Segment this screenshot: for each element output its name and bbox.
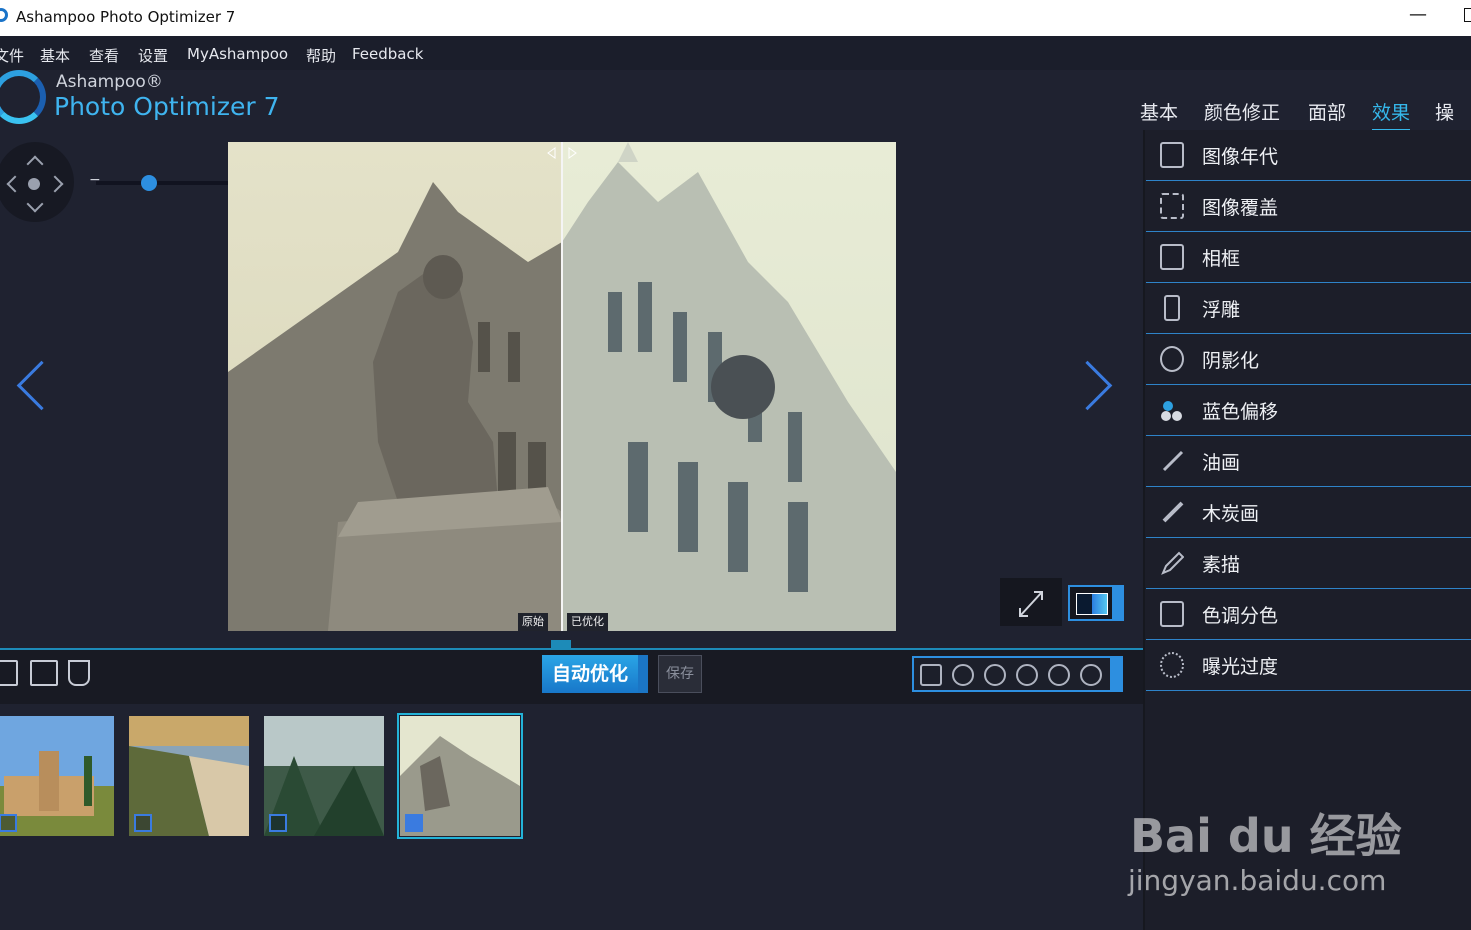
menu-bar: 文件 基本 查看 设置 MyAshampoo 帮助 Feedback [0,36,1471,70]
charcoal-icon [1160,499,1184,525]
optimized-label: 已优化 [567,613,608,631]
fullscreen-button[interactable] [1000,578,1062,626]
shadow-icon [1160,346,1184,372]
edit-tools-dropdown[interactable] [1112,656,1123,692]
emboss-icon [1164,295,1180,321]
logo-brand: Ashampoo® [56,72,163,92]
effect-image-age[interactable]: 图像年代 [1146,130,1471,181]
save-button[interactable]: 保存 [658,655,702,693]
effect-oil-painting[interactable]: 油画 [1146,436,1471,487]
window-title: Ashampoo Photo Optimizer 7 [16,8,236,26]
magic-stars-icon[interactable] [920,664,942,686]
effect-overexpose[interactable]: 曝光过度 [1146,640,1471,691]
app-icon [0,8,8,22]
effect-image-overlay[interactable]: 图像覆盖 [1146,181,1471,232]
image-overlay-icon [1160,193,1184,219]
menu-help[interactable]: 帮助 [306,45,336,66]
rotate-left-icon[interactable] [1016,664,1038,686]
menu-myashampoo[interactable]: MyAshampoo [187,45,288,63]
cathedral-photo [228,142,896,631]
settings-gear-icon[interactable] [1080,664,1102,686]
effect-emboss[interactable]: 浮雕 [1146,283,1471,334]
pencil-icon [1160,550,1185,576]
compare-view-button[interactable] [1068,585,1114,621]
tab-color-correction[interactable]: 颜色修正 [1204,98,1280,125]
rotate-right-icon[interactable] [1048,664,1070,686]
zoom-slider-handle[interactable] [141,175,157,191]
effect-sketch[interactable]: 素描 [1146,538,1471,589]
blue-shift-icon [1160,397,1184,423]
logo-product: Photo Optimizer 7 [54,92,280,121]
overexpose-icon [1160,652,1184,678]
pan-center-icon[interactable] [28,178,40,190]
tab-face[interactable]: 面部 [1308,98,1346,125]
clear-list-icon[interactable] [68,660,90,686]
effect-frame[interactable]: 相框 [1146,232,1471,283]
frame-icon [1160,244,1184,270]
zoom-slider[interactable] [96,181,236,185]
collapse-strip-toggle[interactable] [551,640,571,650]
maximize-button[interactable] [1464,8,1471,22]
minimize-button[interactable]: — [1409,4,1427,25]
menu-settings[interactable]: 设置 [138,45,168,66]
zoom-out-button[interactable]: − [89,172,101,188]
thumbnail-checkbox[interactable] [0,814,17,832]
effect-shadow[interactable]: 阴影化 [1146,334,1471,385]
undo-all-icon[interactable] [984,664,1006,686]
menu-view[interactable]: 查看 [89,45,119,66]
pan-down-icon[interactable] [26,195,44,213]
auto-optimize-button[interactable]: 自动优化 [542,655,638,693]
thumbnail-castle[interactable] [0,716,114,836]
pan-left-icon[interactable] [6,175,24,193]
oil-brush-icon [1160,448,1184,474]
undo-icon[interactable] [952,664,974,686]
pan-right-icon[interactable] [46,175,64,193]
effect-charcoal[interactable]: 木炭画 [1146,487,1471,538]
add-file-icon[interactable] [0,660,18,686]
menu-file[interactable]: 文件 [0,45,24,66]
auto-optimize-dropdown[interactable] [638,655,648,693]
logo-ring-icon [0,70,46,124]
thumbnail-checkbox-checked[interactable] [405,814,423,832]
baidu-watermark: Bai du 经验 [1130,809,1402,863]
photo-preview[interactable] [228,142,896,631]
thumbnail-cathedral[interactable] [397,713,523,839]
menu-basic[interactable]: 基本 [40,45,70,66]
expand-icon [1019,591,1043,617]
menu-feedback[interactable]: Feedback [352,45,423,63]
posterize-icon [1160,601,1184,627]
thumbnail-checkbox[interactable] [134,814,152,832]
thumbnail-checkbox[interactable] [269,814,287,832]
title-bar: Ashampoo Photo Optimizer 7 — [0,0,1471,36]
add-folder-icon[interactable] [30,660,58,686]
effect-blue-shift[interactable]: 蓝色偏移 [1146,385,1471,436]
castle-image [0,716,114,836]
compare-view-dropdown[interactable] [1114,585,1124,621]
baidu-watermark-url: jingyan.baidu.com [1128,864,1387,897]
thumbnail-greenhouse[interactable] [264,716,384,836]
hourglass-icon [1160,142,1184,168]
effect-posterize[interactable]: 色调分色 [1146,589,1471,640]
pan-up-icon[interactable] [26,155,44,173]
split-view-icon [1076,593,1108,615]
tab-effects[interactable]: 效果 [1372,98,1411,131]
tab-basic[interactable]: 基本 [1140,98,1178,125]
original-label: 原始 [518,613,548,631]
thumbnail-cliffs[interactable] [129,716,249,836]
